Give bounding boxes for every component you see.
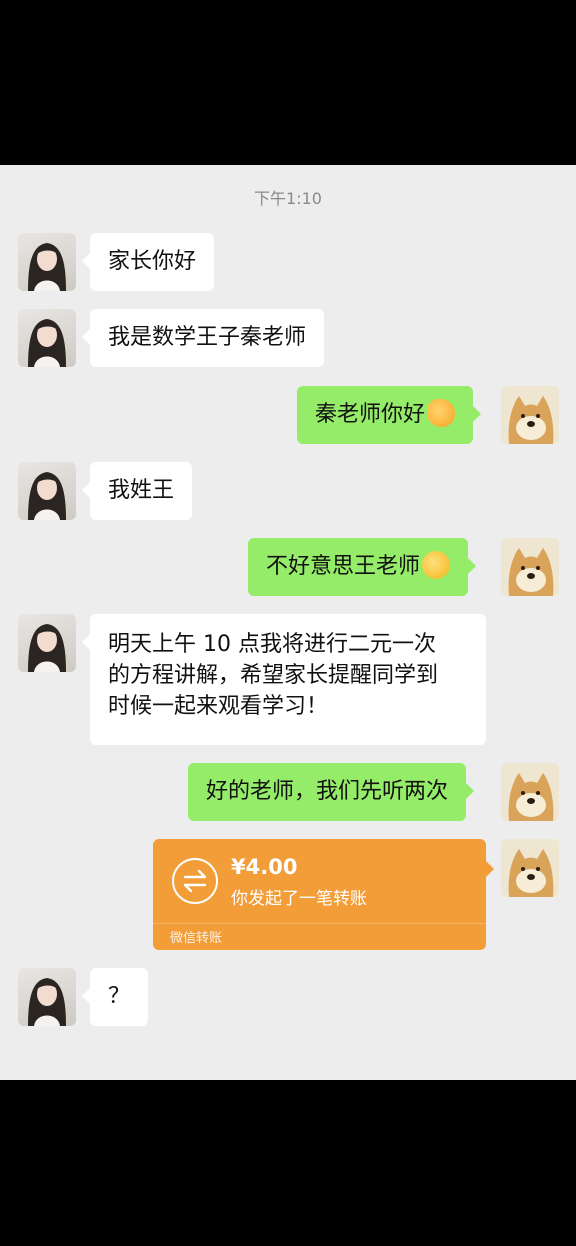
transfer-card[interactable]: ¥4.00 你发起了一笔转账 微信转账 [153, 839, 494, 950]
doge-avatar[interactable] [501, 538, 559, 596]
teacher-avatar[interactable] [18, 462, 76, 520]
teacher-avatar-icon [28, 978, 66, 1026]
transfer-footer: 微信转账 [170, 931, 223, 946]
doge-avatar-icon [501, 763, 559, 821]
message-bubble-outgoing[interactable]: 不好意思王老师 [248, 538, 477, 596]
message-text-line: 时候一起来观看学习！ [108, 694, 329, 719]
message-text: 家长你好 [108, 249, 197, 274]
message-bubble-incoming[interactable]: 我是数学王子秦老师 [81, 309, 325, 367]
message-text: 不好意思王老师 [266, 554, 421, 579]
message-text: 我姓王 [108, 478, 175, 503]
message-bubble-incoming[interactable]: 明天上午 10 点我将进行二元一次 的方程讲解，希望家长提醒同学到 时候一起来观… [82, 614, 486, 745]
message-text-line: 明天上午 10 点我将进行二元一次 [108, 632, 436, 657]
teacher-avatar-icon [28, 243, 66, 291]
teacher-avatar[interactable] [18, 309, 76, 367]
doge-avatar-icon [501, 538, 559, 596]
message-bubble-outgoing[interactable]: 秦老师你好 [297, 386, 482, 444]
crying-laughing-emoji-icon [422, 551, 451, 579]
bottom-letterbox [0, 1080, 576, 1246]
teacher-avatar-icon [28, 472, 66, 520]
message-bubble-incoming[interactable]: ？ [81, 968, 149, 1026]
message-text: ？ [108, 984, 131, 1009]
message-text: 秦老师你好 [315, 402, 426, 427]
message-bubble-outgoing[interactable]: 好的老师，我们先听两次 [188, 763, 475, 821]
transfer-arrows-icon [172, 858, 218, 904]
doge-avatar[interactable] [501, 386, 559, 444]
top-letterbox [0, 0, 576, 165]
teacher-avatar[interactable] [18, 233, 76, 291]
message-text: 好的老师，我们先听两次 [206, 779, 449, 804]
doge-avatar[interactable] [501, 763, 559, 821]
transfer-description: 你发起了一笔转账 [231, 889, 367, 909]
doge-avatar-icon [501, 386, 559, 444]
chat-area[interactable]: 下午1:10 家长你好 我是数学王子秦老师 秦老师你好 我姓王 不好意思王老师 … [0, 165, 576, 1080]
message-bubble-incoming[interactable]: 家长你好 [81, 233, 215, 291]
message-timestamp: 下午1:10 [254, 189, 322, 208]
teacher-avatar[interactable] [18, 614, 76, 672]
teacher-avatar-icon [28, 624, 66, 672]
doge-avatar-icon [501, 839, 559, 897]
doge-avatar[interactable] [501, 839, 559, 897]
teacher-avatar-icon [28, 319, 66, 367]
teacher-avatar[interactable] [18, 968, 76, 1026]
transfer-amount: ¥4.00 [231, 855, 298, 879]
message-bubble-incoming[interactable]: 我姓王 [81, 462, 193, 520]
message-text: 我是数学王子秦老师 [108, 325, 307, 350]
transfer-divider [153, 923, 486, 924]
handshake-emoji-icon [427, 399, 456, 427]
message-text-line: 的方程讲解，希望家长提醒同学到 [108, 663, 439, 688]
